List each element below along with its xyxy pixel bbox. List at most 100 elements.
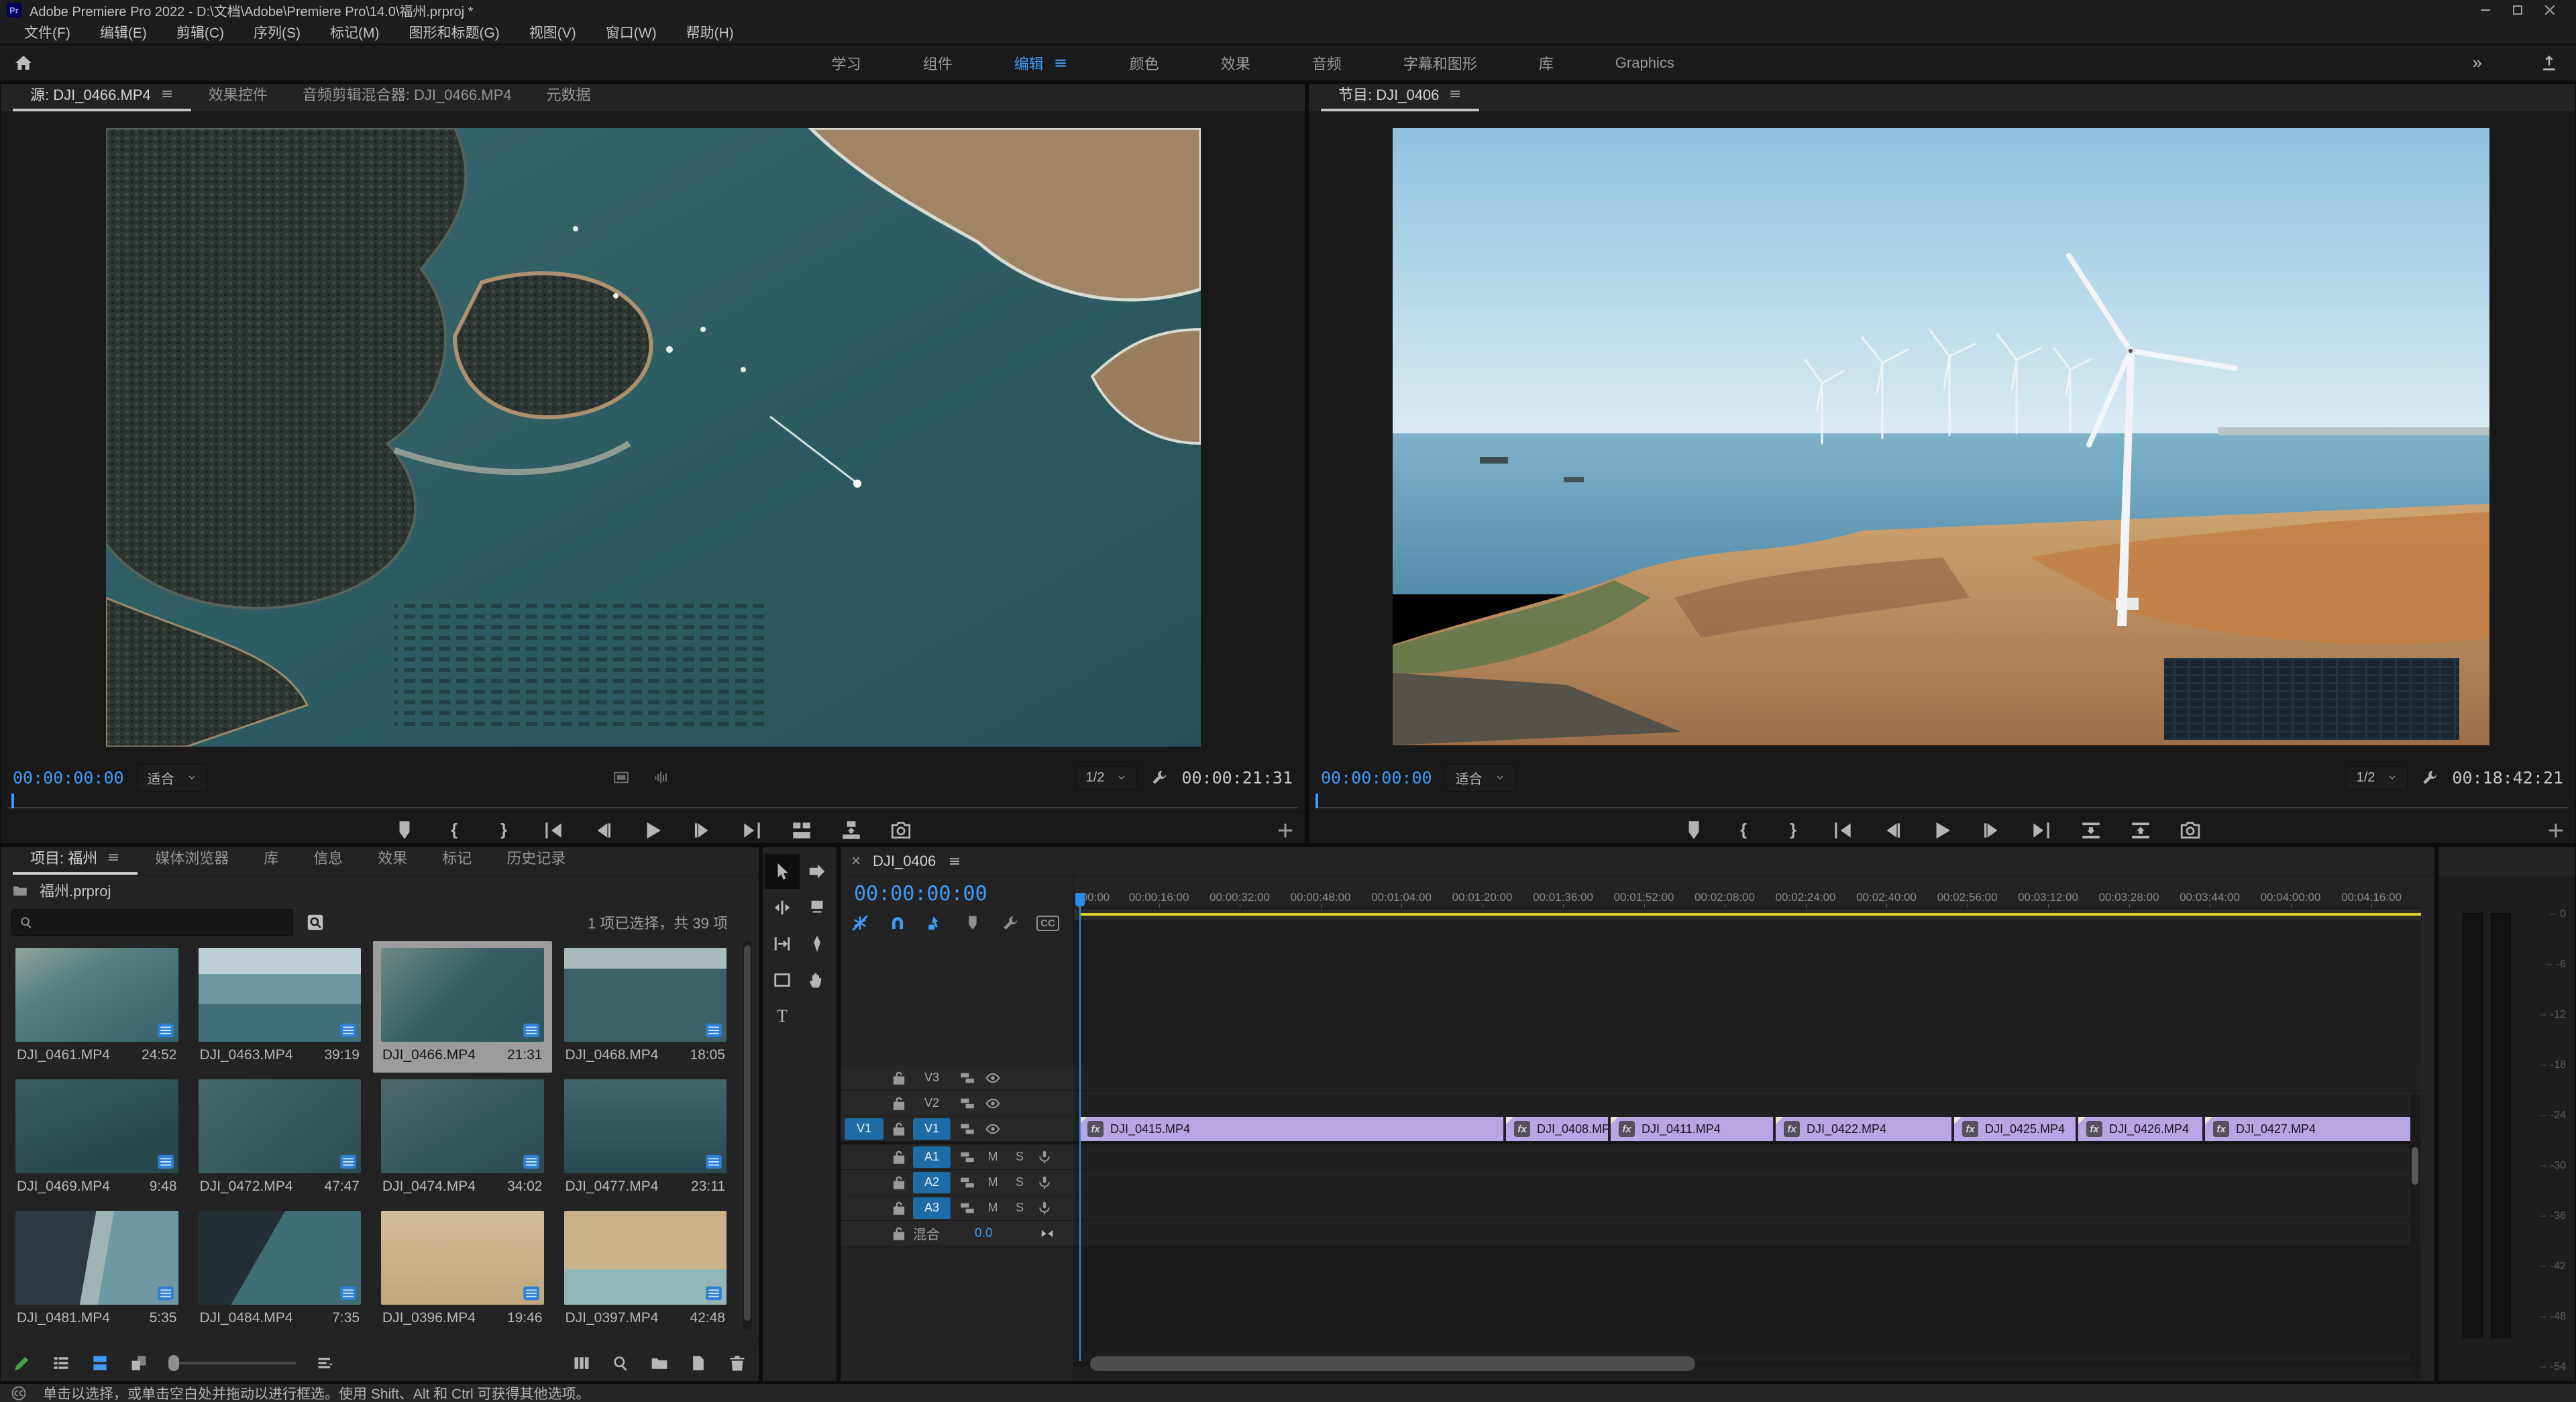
track-output-toggle-icon[interactable] bbox=[984, 1120, 1002, 1138]
solo-button[interactable]: S bbox=[1011, 1201, 1028, 1215]
voiceover-record-icon[interactable] bbox=[1036, 1175, 1053, 1191]
workspace-tab[interactable]: 颜色 bbox=[1099, 52, 1190, 74]
keyframe-toggle-icon[interactable] bbox=[1039, 1226, 1055, 1242]
clip-thumbnail[interactable] bbox=[15, 1079, 178, 1173]
menu-item[interactable]: 窗口(W) bbox=[591, 20, 672, 44]
zoom-slider[interactable] bbox=[168, 1355, 296, 1371]
timeline-clip[interactable]: fxDJI_0425.MP4 bbox=[1954, 1117, 2077, 1141]
mute-button[interactable]: M bbox=[984, 1150, 1002, 1164]
source-video-viewport[interactable] bbox=[106, 128, 1201, 747]
play-button[interactable] bbox=[1931, 819, 1953, 842]
menu-item[interactable]: 帮助(H) bbox=[672, 20, 749, 44]
go-to-in-button[interactable] bbox=[542, 819, 565, 842]
source-fit-select[interactable]: 适合 bbox=[138, 764, 207, 792]
clip-thumbnail[interactable] bbox=[381, 1211, 544, 1305]
sync-lock-icon[interactable] bbox=[959, 1148, 976, 1166]
timeline-horizontal-scrollbar[interactable] bbox=[1074, 1356, 2421, 1372]
program-video-viewport[interactable] bbox=[1393, 128, 2489, 745]
clip-thumbnail[interactable] bbox=[199, 948, 362, 1042]
play-button[interactable] bbox=[641, 819, 664, 842]
drag-audio-icon[interactable] bbox=[653, 769, 670, 786]
home-button[interactable] bbox=[0, 53, 47, 73]
clip-thumbnail[interactable] bbox=[564, 948, 727, 1042]
track-lock-icon[interactable] bbox=[890, 1225, 908, 1242]
audio-track-header[interactable]: A3 MS bbox=[841, 1195, 1074, 1221]
quick-export-icon[interactable] bbox=[2540, 54, 2559, 72]
search-input[interactable] bbox=[40, 915, 286, 930]
menu-item[interactable]: 视图(V) bbox=[515, 20, 591, 44]
nest-icon[interactable] bbox=[851, 914, 869, 932]
timeline-playhead-head[interactable] bbox=[1075, 893, 1085, 906]
add-marker-button[interactable] bbox=[393, 819, 416, 842]
rect-tool[interactable] bbox=[765, 963, 800, 997]
type-tool[interactable]: T bbox=[765, 999, 800, 1034]
close-icon[interactable] bbox=[2542, 3, 2557, 17]
program-fit-select[interactable]: 适合 bbox=[1446, 764, 1515, 792]
track-lock-icon[interactable] bbox=[890, 1120, 908, 1138]
step-forward-button[interactable] bbox=[691, 819, 714, 842]
tab-sequence[interactable]: DJI_0406 bbox=[873, 853, 936, 870]
panel-menu-icon[interactable] bbox=[948, 855, 961, 868]
fx-badge[interactable]: fx bbox=[2086, 1121, 2102, 1137]
timeline-playhead-line[interactable] bbox=[1079, 894, 1081, 1361]
menu-item[interactable]: 标记(M) bbox=[315, 20, 394, 44]
timeline-ruler[interactable]: :00:0000:00:16:0000:00:32:0000:00:48:000… bbox=[1074, 875, 2421, 909]
sync-lock-icon[interactable] bbox=[959, 1120, 976, 1138]
workspace-tab[interactable]: 学习 bbox=[801, 52, 892, 74]
program-scrubber[interactable] bbox=[1309, 792, 2575, 811]
project-item[interactable]: DJI_0463.MP439:19 bbox=[191, 941, 370, 1073]
mark-out-button[interactable]: } bbox=[1782, 819, 1805, 842]
overwrite-button[interactable] bbox=[840, 819, 863, 842]
source-patch[interactable]: V1 bbox=[845, 1118, 883, 1140]
export-frame-button[interactable] bbox=[890, 819, 912, 842]
close-icon[interactable]: × bbox=[851, 852, 861, 871]
project-item[interactable]: DJI_0474.MP434:02 bbox=[373, 1073, 552, 1204]
source-tab[interactable]: 源: DJI_0466.MP4 bbox=[13, 78, 191, 111]
source-tab[interactable]: 效果控件 bbox=[191, 78, 285, 111]
source-patch[interactable] bbox=[845, 1093, 883, 1114]
video-track-header[interactable]: V2 bbox=[841, 1091, 1074, 1116]
fx-badge[interactable]: fx bbox=[1784, 1121, 1800, 1137]
tab-program[interactable]: 节目: DJI_0406 bbox=[1321, 78, 1479, 111]
quick-export-button[interactable] bbox=[2522, 54, 2576, 72]
panel-menu-icon[interactable] bbox=[107, 851, 120, 864]
solo-button[interactable]: S bbox=[1011, 1150, 1028, 1164]
program-current-timecode[interactable]: 00:00:00:00 bbox=[1321, 768, 1432, 788]
ripple-tool[interactable] bbox=[765, 890, 800, 925]
menu-item[interactable]: 编辑(E) bbox=[85, 20, 162, 44]
new-bin-icon[interactable] bbox=[650, 1354, 669, 1372]
pencil-icon[interactable] bbox=[13, 1354, 32, 1372]
panel-menu-icon[interactable] bbox=[160, 87, 174, 101]
fx-badge[interactable]: fx bbox=[1514, 1121, 1530, 1137]
add-button[interactable] bbox=[2546, 820, 2566, 841]
minimize-icon[interactable] bbox=[2478, 3, 2493, 17]
sync-lock-icon[interactable] bbox=[959, 1174, 976, 1191]
fx-badge[interactable]: fx bbox=[2213, 1121, 2229, 1137]
mixer-track-header[interactable]: 混合0.0 bbox=[841, 1221, 1074, 1246]
track-lock-icon[interactable] bbox=[890, 1095, 908, 1112]
track-select-tool[interactable] bbox=[800, 854, 835, 889]
track-target-button[interactable]: V3 bbox=[913, 1067, 951, 1089]
hand-tool[interactable] bbox=[800, 963, 835, 997]
timeline-clip[interactable]: fxDJI_0427.MP4 bbox=[2205, 1117, 2416, 1141]
add-marker-button[interactable] bbox=[1682, 819, 1705, 842]
extract-button[interactable] bbox=[2129, 819, 2152, 842]
zoom-slider-knob[interactable] bbox=[168, 1355, 179, 1371]
source-resolution-select[interactable]: 1/2 bbox=[1076, 766, 1138, 790]
timeline-content[interactable]: :00:0000:00:16:0000:00:32:0000:00:48:000… bbox=[1074, 875, 2421, 1381]
timeline-clip[interactable]: fxDJI_0422.MP4 bbox=[1776, 1117, 1953, 1141]
add-button[interactable] bbox=[1275, 820, 1295, 841]
search-box[interactable] bbox=[11, 909, 293, 936]
sync-lock-icon[interactable] bbox=[959, 1199, 976, 1217]
project-item[interactable]: DJI_0472.MP447:47 bbox=[191, 1073, 370, 1204]
mute-button[interactable]: M bbox=[984, 1201, 1002, 1215]
program-resolution-select[interactable]: 1/2 bbox=[2347, 766, 2408, 790]
project-item[interactable]: DJI_0396.MP419:46 bbox=[373, 1204, 552, 1336]
track-target-button[interactable]: A3 bbox=[913, 1197, 951, 1219]
track-lock-icon[interactable] bbox=[890, 1199, 908, 1217]
track-output-toggle-icon[interactable] bbox=[984, 1095, 1002, 1112]
lift-button[interactable] bbox=[2080, 819, 2102, 842]
step-back-button[interactable] bbox=[1881, 819, 1904, 842]
timeline-hscroll-thumb[interactable] bbox=[1090, 1356, 1695, 1371]
sync-lock-icon[interactable] bbox=[959, 1069, 976, 1087]
